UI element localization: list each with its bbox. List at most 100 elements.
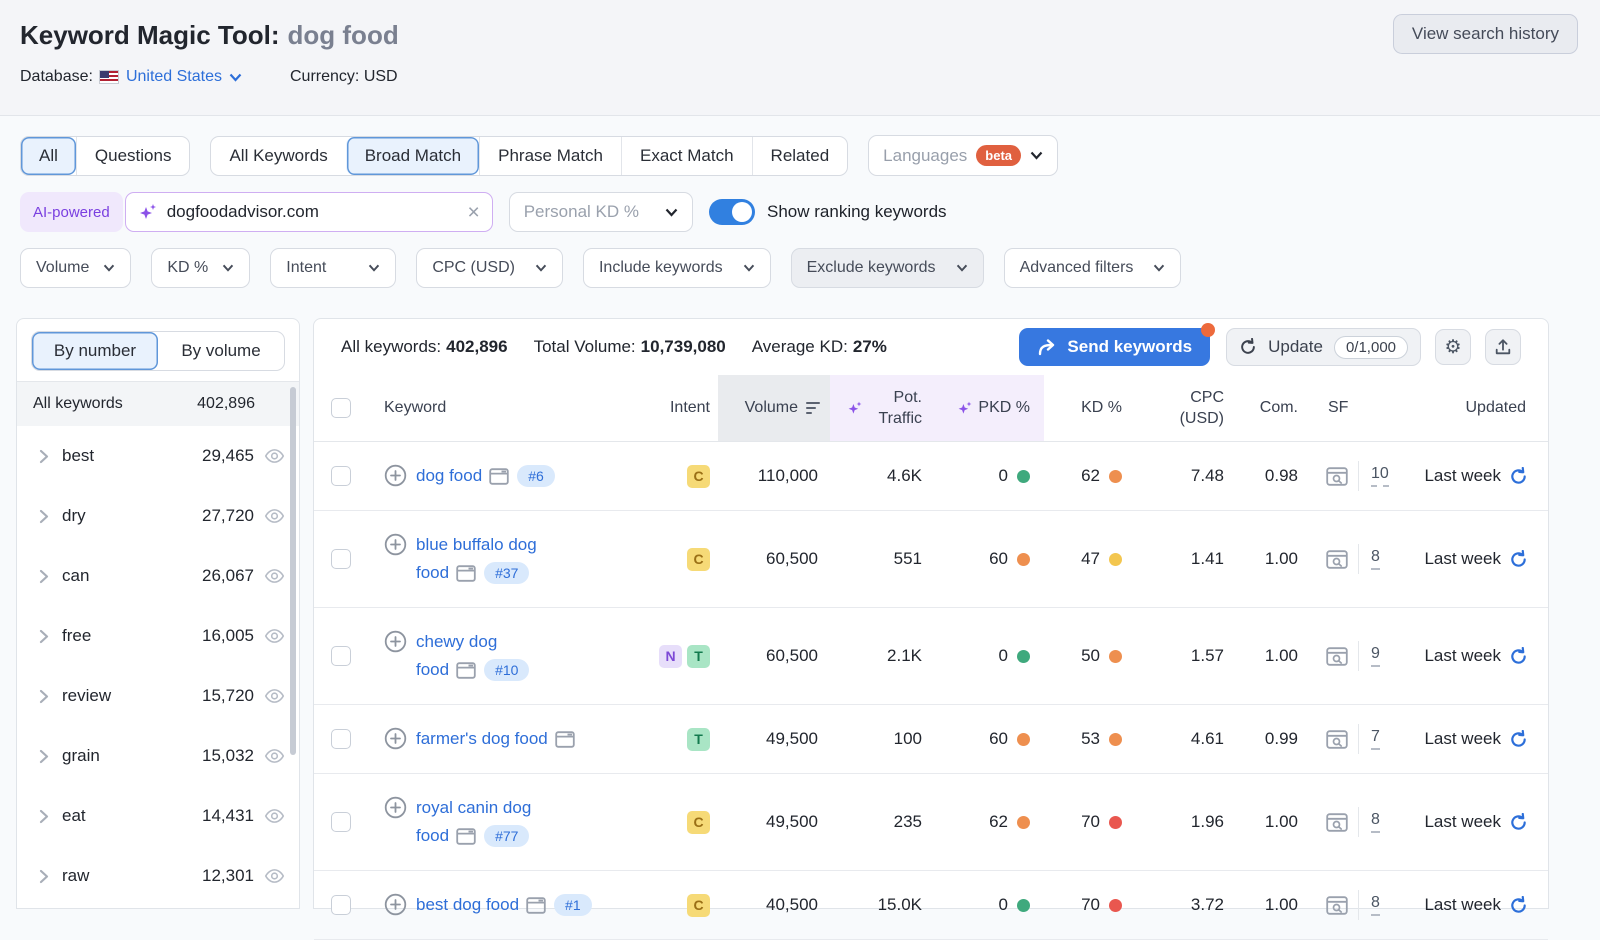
show-ranking-toggle[interactable] (709, 199, 755, 225)
add-to-list-icon[interactable] (384, 464, 407, 487)
eye-icon[interactable] (264, 628, 285, 644)
row-checkbox[interactable] (331, 466, 351, 486)
domain-input[interactable] (167, 202, 459, 222)
add-to-list-icon[interactable] (384, 630, 407, 653)
keyword-link[interactable]: farmer's dog food (416, 729, 548, 748)
settings-button[interactable]: ⚙ (1435, 329, 1471, 365)
sf-count[interactable]: 9 (1371, 645, 1380, 667)
keyword-link[interactable]: dog food (416, 466, 482, 485)
sidebar-item-all-keywords[interactable]: All keywords 402,896 (17, 382, 299, 426)
eye-icon[interactable] (264, 688, 285, 704)
sf-count[interactable]: 8 (1371, 894, 1380, 916)
refresh-icon[interactable] (1509, 896, 1528, 915)
filter-kd[interactable]: KD % (151, 248, 250, 288)
ranking-position-badge[interactable]: #10 (484, 659, 529, 681)
chevron-right-icon[interactable] (39, 509, 49, 524)
ranking-position-badge[interactable]: #37 (484, 562, 529, 584)
eye-icon[interactable] (264, 748, 285, 764)
sidebar-scrollbar[interactable] (290, 387, 296, 755)
refresh-icon[interactable] (1509, 550, 1528, 569)
sf-count[interactable]: 8 (1371, 548, 1380, 570)
col-volume[interactable]: Volume (718, 375, 830, 441)
export-button[interactable] (1485, 329, 1521, 365)
col-pkd[interactable]: PKD % (934, 375, 1044, 441)
sidebar-group-row[interactable]: best 29,465 (17, 426, 299, 486)
col-sf[interactable]: SF (1318, 375, 1410, 441)
filter-volume[interactable]: Volume (20, 248, 131, 288)
row-checkbox[interactable] (331, 549, 351, 569)
add-to-list-icon[interactable] (384, 533, 407, 556)
refresh-icon[interactable] (1509, 813, 1528, 832)
filter-exclude-keywords[interactable]: Exclude keywords (791, 248, 984, 288)
eye-icon[interactable] (264, 868, 285, 884)
eye-icon[interactable] (264, 448, 285, 464)
chevron-right-icon[interactable] (39, 689, 49, 704)
serp-features-icon[interactable] (1326, 729, 1348, 749)
ranking-position-badge[interactable]: #1 (554, 894, 592, 916)
col-cpc[interactable]: CPC (USD) (1140, 375, 1240, 441)
serp-window-icon[interactable] (489, 466, 509, 485)
sidebar-group-row[interactable]: dry 27,720 (17, 486, 299, 546)
add-to-list-icon[interactable] (384, 796, 407, 819)
tab-all[interactable]: All (21, 137, 76, 175)
refresh-icon[interactable] (1509, 467, 1528, 486)
keyword-link[interactable]: best dog food (416, 895, 519, 914)
sidebar-group-row[interactable]: eat 14,431 (17, 786, 299, 846)
row-checkbox[interactable] (331, 812, 351, 832)
languages-dropdown[interactable]: Languages beta (868, 135, 1058, 176)
filter-cpc[interactable]: CPC (USD) (416, 248, 563, 288)
ranking-position-badge[interactable]: #6 (517, 465, 555, 487)
serp-window-icon[interactable] (526, 895, 546, 914)
serp-window-icon[interactable] (456, 826, 476, 845)
chevron-right-icon[interactable] (39, 869, 49, 884)
sf-count[interactable]: 10 (1371, 465, 1389, 487)
eye-icon[interactable] (264, 508, 285, 524)
serp-window-icon[interactable] (555, 729, 575, 748)
add-to-list-icon[interactable] (384, 893, 407, 916)
serp-features-icon[interactable] (1326, 812, 1348, 832)
chevron-right-icon[interactable] (39, 749, 49, 764)
filter-intent[interactable]: Intent (270, 248, 396, 288)
sort-by-volume[interactable]: By volume (158, 332, 284, 370)
clear-input-icon[interactable]: × (467, 202, 479, 223)
row-checkbox[interactable] (331, 895, 351, 915)
tab-questions[interactable]: Questions (76, 137, 190, 175)
col-kd[interactable]: KD % (1044, 375, 1140, 441)
tab-broad-match[interactable]: Broad Match (346, 137, 479, 175)
col-intent[interactable]: Intent (648, 375, 718, 441)
sidebar-group-row[interactable]: can 26,067 (17, 546, 299, 606)
serp-features-icon[interactable] (1326, 466, 1348, 486)
refresh-icon[interactable] (1509, 647, 1528, 666)
update-button[interactable]: Update 0/1,000 (1226, 328, 1421, 366)
tab-exact-match[interactable]: Exact Match (621, 137, 752, 175)
eye-icon[interactable] (264, 568, 285, 584)
col-pot-traffic[interactable]: Pot. Traffic (830, 375, 934, 441)
sidebar-group-row[interactable]: raw 12,301 (17, 846, 299, 906)
serp-window-icon[interactable] (456, 563, 476, 582)
ranking-position-badge[interactable]: #77 (484, 825, 529, 847)
refresh-icon[interactable] (1509, 730, 1528, 749)
sf-count[interactable]: 8 (1371, 811, 1380, 833)
tab-phrase-match[interactable]: Phrase Match (479, 137, 621, 175)
filter-advanced[interactable]: Advanced filters (1004, 248, 1182, 288)
serp-features-icon[interactable] (1326, 895, 1348, 915)
eye-icon[interactable] (264, 808, 285, 824)
filter-include-keywords[interactable]: Include keywords (583, 248, 771, 288)
send-keywords-button[interactable]: Send keywords (1019, 328, 1210, 366)
col-keyword[interactable]: Keyword (368, 375, 648, 441)
col-updated[interactable]: Updated (1410, 375, 1550, 441)
database-selector[interactable]: United States (99, 68, 242, 86)
sf-count[interactable]: 7 (1371, 728, 1380, 750)
chevron-right-icon[interactable] (39, 569, 49, 584)
row-checkbox[interactable] (331, 729, 351, 749)
row-checkbox[interactable] (331, 646, 351, 666)
sort-by-number[interactable]: By number (32, 332, 158, 370)
chevron-right-icon[interactable] (39, 629, 49, 644)
sidebar-group-row[interactable]: review 15,720 (17, 666, 299, 726)
chevron-right-icon[interactable] (39, 449, 49, 464)
tab-related[interactable]: Related (752, 137, 848, 175)
select-all-checkbox[interactable] (331, 398, 351, 418)
col-com[interactable]: Com. (1240, 375, 1318, 441)
serp-features-icon[interactable] (1326, 646, 1348, 666)
serp-features-icon[interactable] (1326, 549, 1348, 569)
